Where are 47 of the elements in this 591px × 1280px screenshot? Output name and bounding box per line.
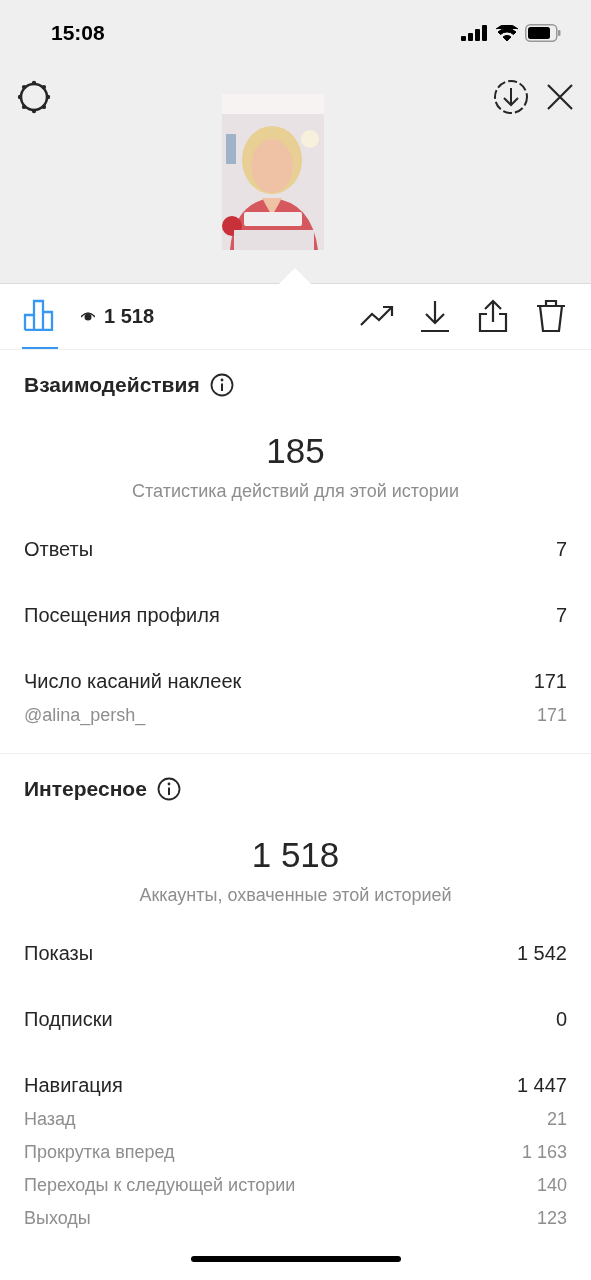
- info-icon[interactable]: [156, 776, 181, 801]
- metric-value: 1 542: [516, 941, 567, 967]
- sub-metric-label: Назад: [24, 1108, 76, 1132]
- close-icon: [547, 84, 573, 110]
- sub-metric-value: 171: [536, 704, 567, 728]
- metric-value: 1 447: [516, 1073, 567, 1099]
- metric-label: Показы: [24, 941, 94, 967]
- metric-label: Число касаний наклеек: [24, 669, 242, 695]
- sub-metric-label: @alina_persh_: [24, 704, 146, 728]
- settings-icon: [17, 80, 51, 114]
- metric-label: Посещения профиля: [24, 603, 220, 629]
- pointer-notch: [279, 267, 311, 284]
- sub-metric-value: 1 163: [521, 1141, 567, 1165]
- sub-metric-label: Выходы: [24, 1207, 91, 1231]
- sub-metric-label: Переходы к следующей истории: [24, 1174, 296, 1198]
- total-caption: Статистика действий для этой истории: [132, 483, 459, 500]
- view-count: 1 518: [104, 304, 155, 330]
- status-time: 15:08: [51, 19, 105, 46]
- download-icon: [493, 79, 529, 115]
- metric-value: 7: [555, 537, 567, 563]
- eye-icon: [81, 311, 95, 322]
- metric-value: 0: [555, 1007, 567, 1033]
- save-button[interactable]: [493, 79, 529, 115]
- section-title: Интересное: [24, 775, 147, 802]
- metric-value: 171: [533, 669, 567, 695]
- signal-icon: [461, 24, 489, 41]
- sub-metric-value: 123: [536, 1207, 567, 1231]
- settings-button[interactable]: [16, 79, 52, 115]
- share-icon: [478, 299, 508, 334]
- metric-value: 7: [555, 603, 567, 629]
- metric-label: Ответы: [24, 537, 94, 563]
- download-icon: [420, 300, 450, 333]
- wifi-icon: [496, 24, 518, 41]
- trend-icon: [360, 305, 394, 328]
- section-title: Взаимодействия: [24, 371, 200, 398]
- sub-metric-value: 140: [536, 1174, 567, 1198]
- trash-icon: [536, 299, 566, 334]
- battery-icon: [525, 23, 561, 42]
- total-caption: Аккаунты, охваченные этой историей: [139, 887, 452, 904]
- info-icon[interactable]: [209, 372, 234, 397]
- metric-label: Навигация: [24, 1073, 123, 1099]
- metric-label: Подписки: [24, 1007, 113, 1033]
- sub-metric-value: 21: [546, 1108, 567, 1132]
- total-count: 185: [266, 429, 325, 472]
- total-count: 1 518: [251, 833, 340, 876]
- sub-metric-label: Прокрутка вперед: [24, 1141, 175, 1165]
- close-button[interactable]: [545, 82, 575, 112]
